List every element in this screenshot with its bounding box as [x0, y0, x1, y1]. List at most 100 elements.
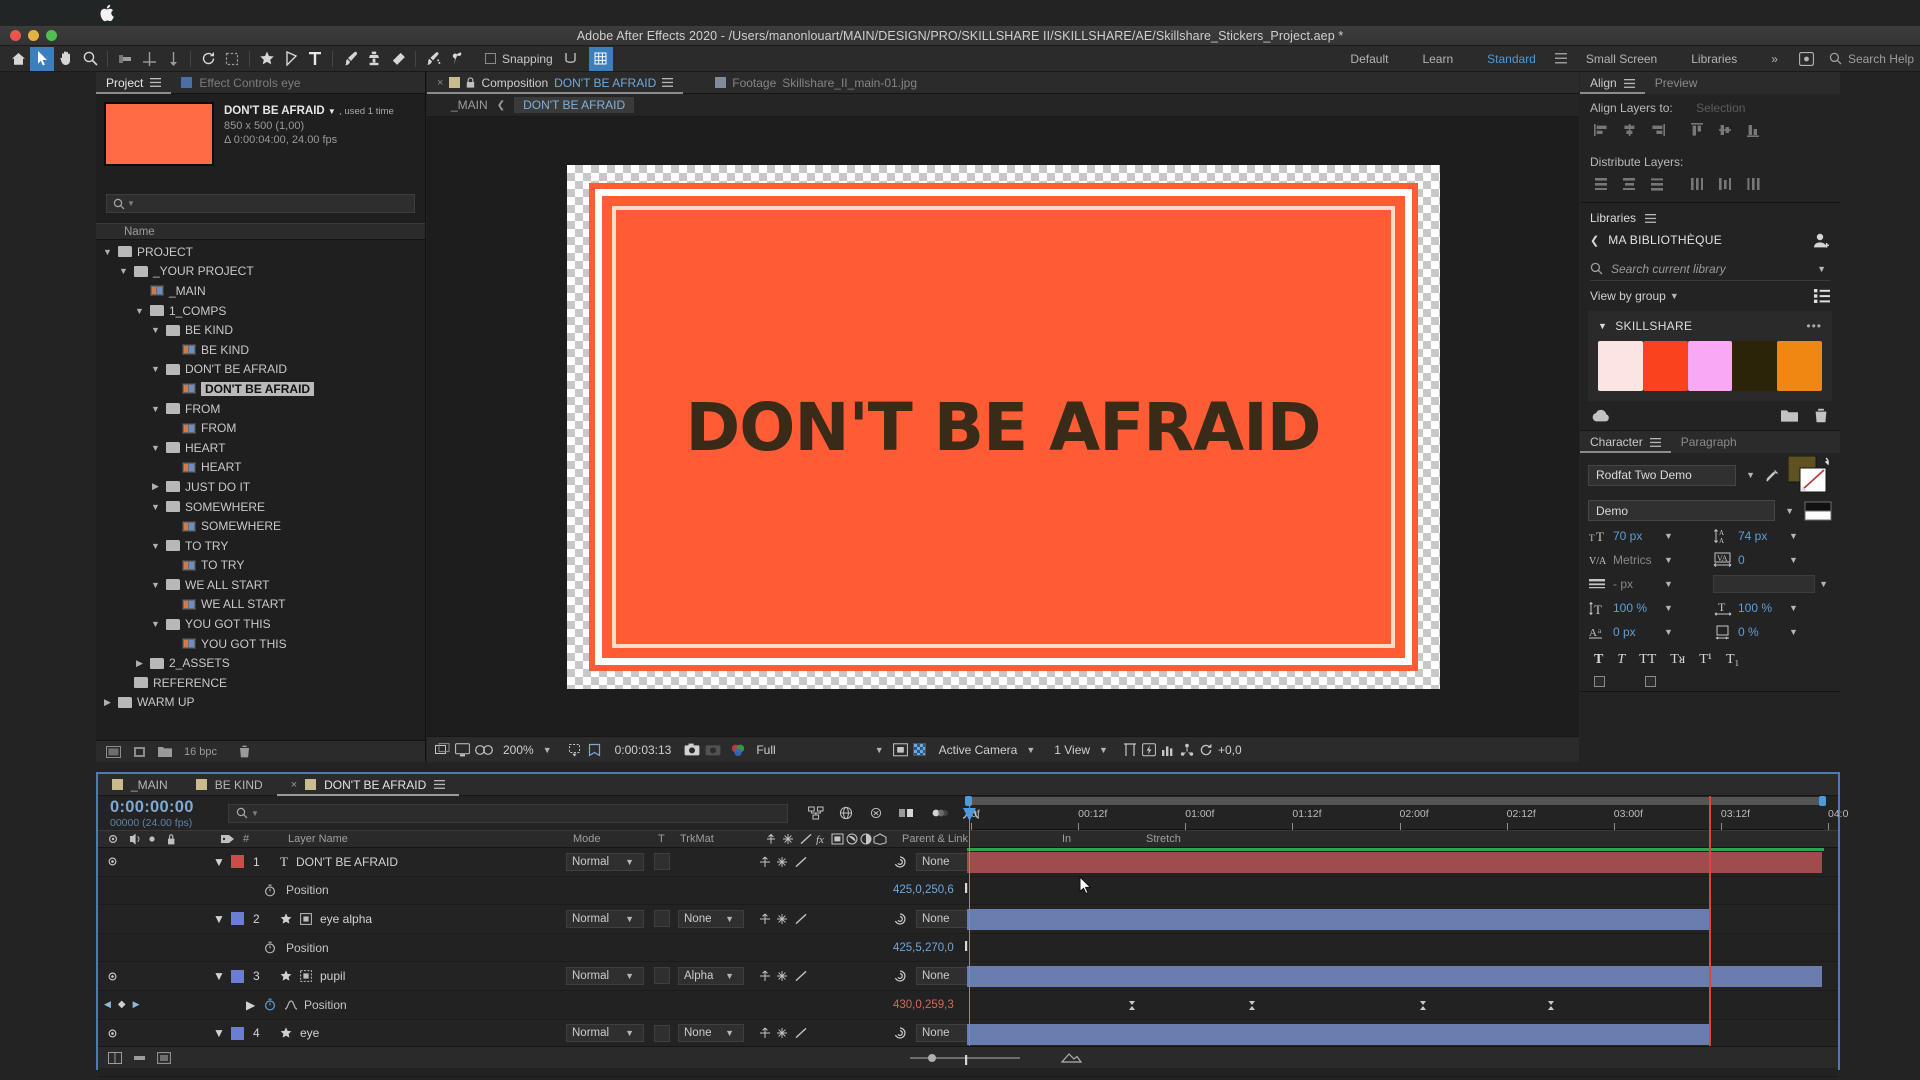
monitor-icon[interactable]: [455, 743, 470, 757]
unified-camera-tool[interactable]: [196, 47, 220, 71]
small-caps-button[interactable]: Tᴚ: [1670, 652, 1685, 668]
hide-shy-layers-icon[interactable]: [868, 806, 884, 820]
layer-duration-bar[interactable]: [967, 852, 1822, 873]
property-value[interactable]: 430,0,259,3: [893, 991, 954, 1019]
keyframe-marker[interactable]: [1420, 1001, 1427, 1010]
twirl-down-icon[interactable]: ▼: [150, 619, 161, 629]
twirl-right-icon[interactable]: ▶: [102, 697, 113, 708]
canvas-area[interactable]: DON'T BE AFRAID: [427, 118, 1579, 736]
project-tree-item[interactable]: BE KIND: [96, 340, 425, 360]
distribute-bottom-icon[interactable]: [1644, 174, 1670, 194]
resolution-value[interactable]: Full: [756, 743, 775, 757]
text-color-swatches[interactable]: [1788, 456, 1832, 494]
layer-blend-mode[interactable]: Normal▼: [566, 1024, 644, 1042]
enable-frame-blending-icon[interactable]: [898, 806, 916, 820]
libraries-tab-label[interactable]: Libraries: [1590, 211, 1636, 225]
leading-dropdown-icon[interactable]: ▼: [1785, 531, 1802, 541]
project-tree-item[interactable]: TO TRY: [96, 556, 425, 576]
enable-motion-blur-icon[interactable]: [930, 806, 948, 820]
layer-blend-mode[interactable]: Normal▼: [566, 967, 644, 985]
layer-twirl-toggle[interactable]: ▼: [213, 962, 225, 990]
breadcrumb-root[interactable]: _MAIN: [451, 98, 488, 112]
layer-audio-toggle[interactable]: [154, 905, 176, 933]
timeline-tab-dont-be-afraid[interactable]: × DON'T BE AFRAID: [277, 774, 460, 796]
layer-track[interactable]: [967, 905, 1838, 933]
stroke-type-field[interactable]: ▼: [1713, 575, 1832, 593]
layer-preserve-transparency[interactable]: [654, 853, 670, 870]
project-tree-item[interactable]: ▼WE ALL START: [96, 575, 425, 595]
layer-track[interactable]: [967, 848, 1838, 876]
project-tree-item[interactable]: HEART: [96, 458, 425, 478]
trash-icon[interactable]: [1814, 408, 1828, 423]
layer-switches[interactable]: [758, 1020, 818, 1048]
roto-brush-tool[interactable]: [421, 47, 445, 71]
project-tree-item[interactable]: ▶2_ASSETS: [96, 653, 425, 673]
layer-name[interactable]: DON'T BE AFRAID: [296, 855, 398, 869]
parent-link-column-header[interactable]: Parent & Link: [902, 833, 968, 845]
project-tree-item[interactable]: ▼SOMEWHERE: [96, 497, 425, 517]
views-dropdown-icon[interactable]: ▼: [1095, 745, 1112, 755]
tab-effect-controls[interactable]: Effect Controls eye: [171, 72, 310, 94]
layer-preserve-transparency[interactable]: [654, 967, 670, 984]
workspace-learn[interactable]: Learn: [1405, 52, 1470, 66]
layer-switches[interactable]: [758, 962, 818, 990]
twirl-down-icon[interactable]: ▼: [150, 580, 161, 590]
show-snapshot-icon[interactable]: [705, 743, 721, 756]
font-style-field[interactable]: Demo: [1588, 500, 1775, 521]
delete-icon[interactable]: [239, 745, 250, 758]
layer-parent-pickwhip[interactable]: [893, 905, 907, 933]
font-style-dropdown-icon[interactable]: ▼: [1781, 506, 1798, 516]
twirl-down-icon[interactable]: ▼: [134, 306, 145, 316]
layer-twirl-toggle[interactable]: ▼: [213, 905, 225, 933]
cloud-icon[interactable]: [1592, 409, 1611, 422]
zoom-tool[interactable]: [78, 47, 102, 71]
twirl-down-icon[interactable]: ▼: [150, 364, 161, 374]
snapping-control[interactable]: Snapping: [485, 47, 613, 71]
tab-footage[interactable]: Footage Skillshare_II_main-01.jpg: [705, 72, 927, 94]
graph-mountain-icon[interactable]: [1061, 1052, 1083, 1063]
timeline-tab-main[interactable]: _MAIN: [98, 774, 182, 796]
tab-paragraph[interactable]: Paragraph: [1671, 431, 1747, 453]
layer-twirl-toggle[interactable]: ▼: [213, 848, 225, 876]
project-tree-item[interactable]: ▼BE KIND: [96, 320, 425, 340]
layer-preserve-transparency[interactable]: [654, 910, 670, 927]
new-library-folder-icon[interactable]: [1781, 409, 1798, 423]
tracking-dropdown-icon[interactable]: ▼: [1785, 555, 1802, 565]
subscript-button[interactable]: T₁: [1726, 652, 1739, 668]
project-search-input[interactable]: ▼: [106, 194, 415, 213]
type-tool[interactable]: [303, 47, 327, 71]
exposure-offset[interactable]: +0,0: [1218, 743, 1242, 757]
3d-glasses-icon[interactable]: [475, 744, 493, 756]
align-center-horizontal-icon[interactable]: [1616, 120, 1642, 140]
apple-logo-icon[interactable]: [100, 4, 116, 22]
layer-blend-mode[interactable]: Normal▼: [566, 853, 644, 871]
font-family-dropdown-icon[interactable]: ▼: [1742, 470, 1759, 480]
twirl-right-icon[interactable]: ▶: [134, 658, 145, 669]
workspace-settings-icon[interactable]: [1795, 47, 1819, 71]
horizontal-scale-field[interactable]: T 100 % ▼: [1713, 599, 1832, 617]
stroke-width-dropdown-icon[interactable]: ▼: [1660, 579, 1677, 589]
anchor-point-tool[interactable]: [137, 47, 161, 71]
tsume-dropdown-icon[interactable]: ▼: [1785, 627, 1802, 637]
project-tree-item[interactable]: ▼YOU GOT THIS: [96, 614, 425, 634]
selection-tool[interactable]: [30, 47, 54, 71]
character-panel-menu-icon[interactable]: [1650, 438, 1661, 447]
property-value[interactable]: 425,0,250,6: [893, 877, 954, 905]
layer-visibility-toggle[interactable]: [106, 962, 119, 990]
viewer-panel-menu-icon[interactable]: [662, 78, 673, 87]
twirl-down-icon[interactable]: ▼: [102, 247, 113, 257]
property-track[interactable]: [967, 991, 1838, 1019]
project-tree-item[interactable]: ▼FROM: [96, 399, 425, 419]
project-tree-item[interactable]: ▼1_COMPS: [96, 301, 425, 321]
layer-visibility-toggle[interactable]: [106, 1020, 119, 1048]
layer-switches[interactable]: [758, 848, 818, 876]
toggle-switches-modes-icon[interactable]: [108, 1052, 122, 1064]
clone-stamp-tool[interactable]: [362, 47, 386, 71]
timeline-layer-row[interactable]: ▼2eye alphaNormal▼None▼None▼0:00:00:0010…: [98, 905, 1838, 934]
draft-3d-icon[interactable]: [838, 806, 854, 820]
project-tree-item[interactable]: ▶WARM UP: [96, 693, 425, 713]
timeline-layer-row[interactable]: ▼4eyeNormal▼None▼None▼0:00:00:00100,0%: [98, 1020, 1838, 1049]
layer-name[interactable]: eye alpha: [320, 912, 372, 926]
stroke-type-dropdown-icon[interactable]: ▼: [1815, 579, 1832, 589]
project-tree-item[interactable]: ▼TO TRY: [96, 536, 425, 556]
